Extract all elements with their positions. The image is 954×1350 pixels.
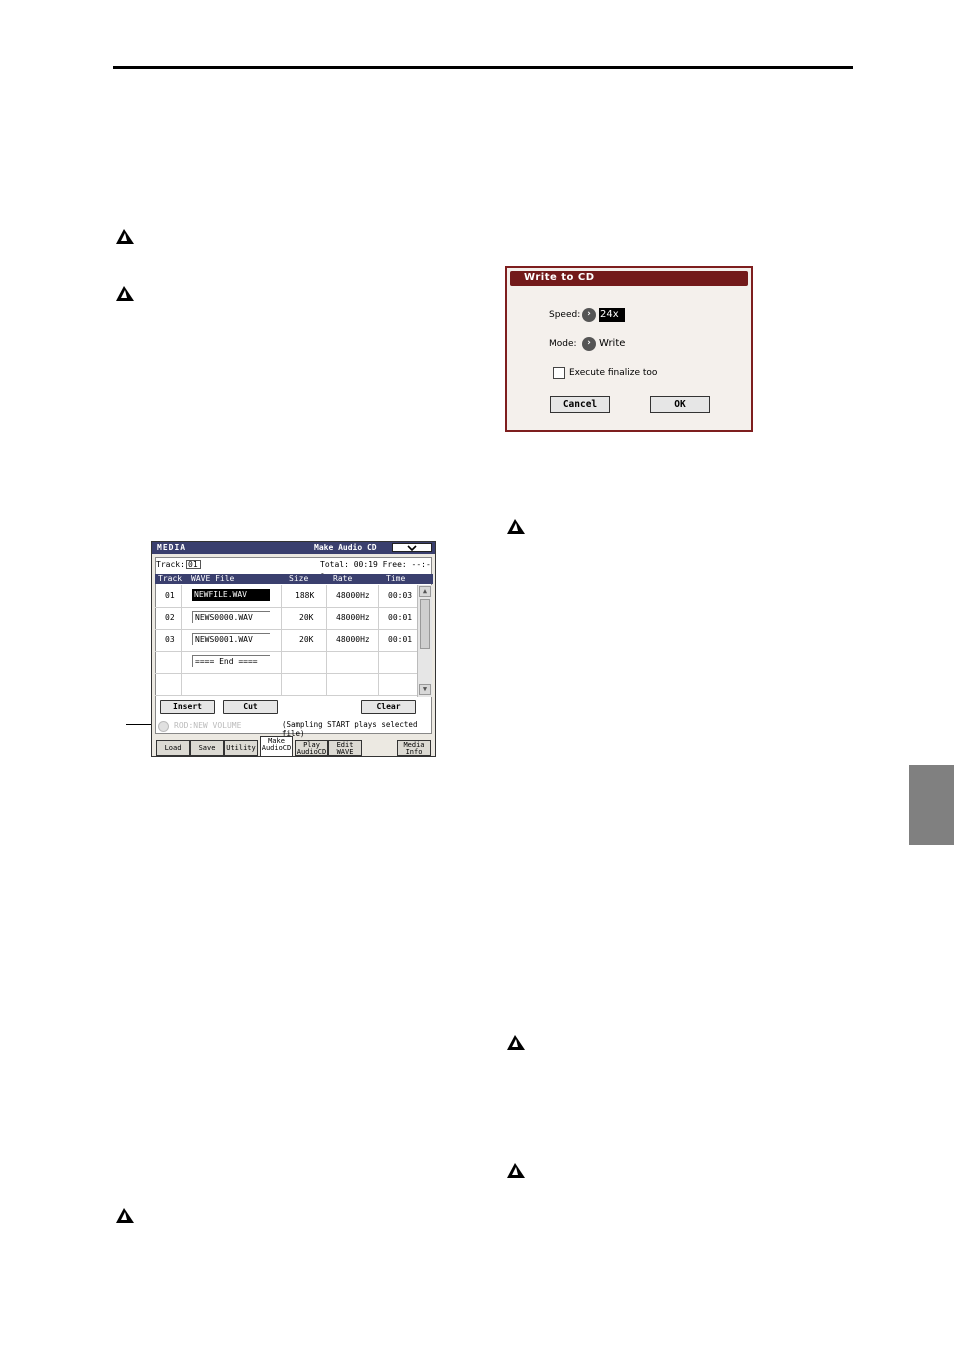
row-size: 20K [299, 635, 314, 644]
grid-line [326, 585, 327, 696]
clear-button[interactable]: Clear [361, 700, 416, 714]
col-header-wave-file: WAVE File [191, 574, 235, 583]
tab-load[interactable]: Load [156, 740, 190, 756]
row-rate: 48000Hz [336, 635, 370, 644]
row-rate: 48000Hz [336, 613, 370, 622]
row-track: 01 [165, 591, 175, 600]
mode-title: MEDIA [157, 543, 187, 552]
track-label: Track: [156, 560, 185, 569]
row-time: 00:03 [388, 591, 413, 600]
caution-icon [116, 229, 134, 244]
caution-icon [507, 519, 525, 534]
tab-utility[interactable]: Utility [224, 740, 258, 756]
row-time: 00:01 [388, 613, 413, 622]
ok-button[interactable]: OK [650, 396, 710, 413]
dialog-title: Write to CD [524, 272, 595, 283]
cut-button[interactable]: Cut [223, 700, 278, 714]
dialog-title-bar: Write to CD [510, 271, 748, 286]
col-header-rate: Rate [333, 574, 353, 583]
insert-button[interactable]: Insert [160, 700, 215, 714]
grid-line [181, 585, 182, 696]
grid-line [378, 585, 379, 696]
col-header-track: Track [158, 574, 183, 583]
row-wave-file-selected[interactable]: NEWFILE.WAV [192, 589, 270, 601]
row-time: 00:01 [388, 635, 413, 644]
scroll-thumb[interactable] [420, 599, 430, 649]
mode-label: Mode: [549, 339, 577, 349]
mode-value[interactable]: Write [599, 338, 625, 349]
row-size: 20K [299, 613, 314, 622]
page-tabs: Load Save Utility Make AudioCD Play Audi… [152, 736, 435, 756]
execute-finalize-label: Execute finalize too [569, 368, 658, 378]
drive-volume-status: ROD:NEW VOLUME [174, 721, 242, 730]
speed-value[interactable]: 24x [599, 308, 625, 322]
end-marker-row[interactable]: ==== End ==== [192, 655, 270, 667]
page-title: Make Audio CD [314, 543, 377, 552]
col-header-size: Size [289, 574, 309, 583]
grid-line [281, 585, 282, 696]
mode-popup-button[interactable]: › [582, 337, 596, 351]
chapter-side-tab [909, 765, 954, 845]
row-wave-file[interactable]: NEWS0000.WAV [192, 611, 270, 623]
row-size: 188K [295, 591, 315, 600]
caution-icon [507, 1163, 525, 1178]
media-make-audio-cd-screen: MEDIA Make Audio CD Track: 01 Total: 00:… [151, 541, 436, 757]
drive-status-icon [158, 721, 169, 732]
tab-save[interactable]: Save [190, 740, 224, 756]
execute-finalize-checkbox[interactable] [553, 367, 565, 379]
grid-line [155, 629, 417, 630]
caution-icon [116, 1208, 134, 1223]
track-list-scrollbar[interactable]: ▲ ▼ [417, 585, 432, 697]
cancel-button[interactable]: Cancel [550, 396, 610, 413]
callout-line [126, 724, 152, 725]
tab-make-audio-cd[interactable]: Make AudioCD [260, 736, 293, 756]
row-wave-file[interactable]: NEWS0001.WAV [192, 633, 270, 645]
caution-icon [116, 286, 134, 301]
row-track: 02 [165, 613, 175, 622]
page-top-rule [113, 66, 853, 69]
tab-media-info[interactable]: Media Info [397, 740, 431, 756]
col-header-time: Time [386, 574, 406, 583]
page-menu-button[interactable] [392, 543, 432, 552]
write-to-cd-dialog: Write to CD Speed: › 24x Mode: › Write E… [505, 266, 753, 432]
chevron-right-icon: › [587, 338, 591, 348]
track-number-field[interactable]: 01 [186, 560, 201, 569]
table-header: Track WAVE File Size Rate Time [155, 574, 433, 584]
grid-line [155, 695, 417, 696]
chevron-down-icon [407, 545, 417, 552]
speed-popup-button[interactable]: › [582, 308, 596, 322]
chevron-right-icon: › [587, 309, 591, 319]
speed-label: Speed: [549, 310, 581, 320]
screen-title-bar: MEDIA Make Audio CD [152, 542, 435, 554]
tab-edit-wave[interactable]: Edit WAVE [328, 740, 362, 756]
tab-play-audio-cd[interactable]: Play AudioCD [295, 740, 328, 756]
row-rate: 48000Hz [336, 591, 370, 600]
caution-icon [507, 1035, 525, 1050]
grid-line [155, 651, 417, 652]
scroll-up-button[interactable]: ▲ [419, 586, 431, 597]
scroll-down-button[interactable]: ▼ [419, 684, 431, 695]
grid-line [155, 673, 417, 674]
grid-line [155, 607, 417, 608]
row-track: 03 [165, 635, 175, 644]
